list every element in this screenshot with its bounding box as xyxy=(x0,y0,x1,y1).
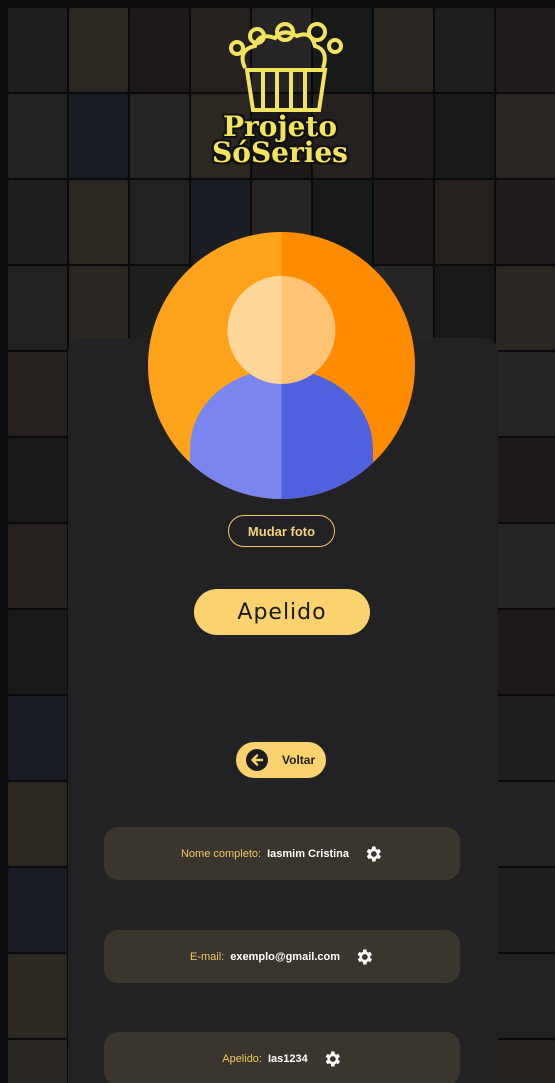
gear-icon[interactable] xyxy=(363,844,383,864)
logo-line-2: SóSeries xyxy=(212,136,348,169)
gear-icon[interactable] xyxy=(354,947,374,967)
popcorn-icon xyxy=(229,22,343,112)
arrow-left-icon xyxy=(246,749,268,771)
back-button[interactable]: Voltar xyxy=(236,742,326,778)
gear-icon[interactable] xyxy=(322,1049,342,1069)
email-value: exemplo@gmail.com xyxy=(230,950,340,963)
full-name-value: Iasmim Cristina xyxy=(267,847,349,860)
email-card: E-mail: exemplo@gmail.com xyxy=(104,930,460,983)
nickname-display: Apelido xyxy=(194,589,370,635)
nickname-label: Apelido: xyxy=(222,1052,262,1065)
app-logo: Projeto SóSeries xyxy=(205,18,355,170)
back-label: Voltar xyxy=(282,753,316,767)
nickname-card: Apelido: Ias1234 xyxy=(104,1032,460,1083)
nickname-value: Ias1234 xyxy=(268,1052,308,1065)
email-label: E-mail: xyxy=(190,950,225,963)
full-name-label: Nome completo: xyxy=(180,847,262,860)
logo-text: Projeto SóSeries xyxy=(205,113,355,169)
full-name-card: Nome completo: Iasmim Cristina xyxy=(104,827,460,880)
change-photo-button[interactable]: Mudar foto xyxy=(228,515,335,547)
avatar[interactable] xyxy=(148,232,415,499)
